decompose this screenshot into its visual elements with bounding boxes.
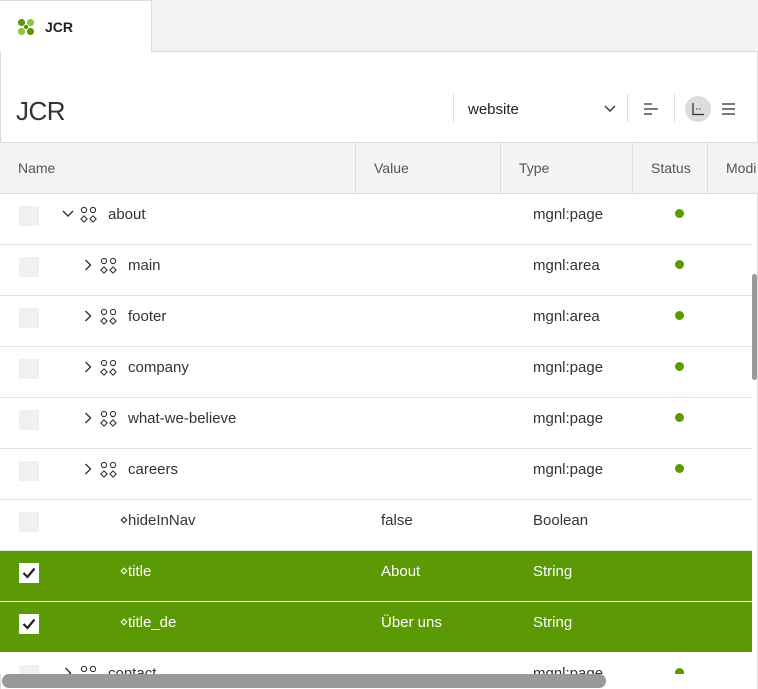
row-name: what-we-believe — [128, 409, 237, 427]
toolbar-separator — [674, 94, 675, 122]
node-icon — [80, 665, 97, 673]
row-type: mgnl:page — [533, 664, 604, 675]
table-row[interactable]: careers mgnl:page — [0, 449, 752, 500]
row-checkbox[interactable] — [19, 461, 39, 481]
workspace-select[interactable]: website — [468, 100, 616, 118]
tab-label: JCR — [45, 18, 74, 35]
row-checkbox[interactable] — [19, 563, 39, 583]
row-name: company — [128, 358, 189, 376]
row-checkbox[interactable] — [19, 614, 39, 634]
toolbar-separator — [627, 94, 628, 122]
column-header-value[interactable]: Value — [356, 143, 501, 193]
horizontal-scrollbar[interactable] — [2, 674, 606, 688]
tab-bar: JCR — [0, 0, 758, 52]
table-row[interactable]: main mgnl:area — [0, 245, 752, 296]
row-checkbox[interactable] — [19, 359, 39, 379]
status-published-icon — [675, 209, 684, 218]
table-row[interactable]: hideInNav false Boolean — [0, 500, 752, 551]
row-checkbox[interactable] — [19, 512, 39, 532]
list-view-icon — [721, 103, 735, 115]
property-icon — [120, 516, 128, 524]
row-type: mgnl:page — [533, 205, 604, 223]
table-row[interactable]: company mgnl:page — [0, 347, 752, 398]
row-name: title_de — [128, 613, 177, 631]
column-header-name[interactable]: Name — [0, 143, 356, 193]
row-name: about — [108, 205, 146, 223]
table-row[interactable]: title_de Über uns String — [0, 602, 752, 653]
row-checkbox[interactable] — [19, 257, 39, 277]
status-published-icon — [675, 311, 684, 320]
column-header-status[interactable]: Status — [633, 143, 708, 193]
chevron-down-icon — [604, 105, 616, 112]
row-name: main — [128, 256, 161, 274]
row-checkbox[interactable] — [19, 308, 39, 328]
row-type: mgnl:page — [533, 460, 604, 478]
row-type: String — [533, 613, 573, 631]
tree-table-body: about mgnl:page main mgnl:area footer mgnl:ar… — [0, 194, 752, 674]
row-type: String — [533, 562, 573, 580]
property-icon — [120, 618, 128, 626]
row-value: About — [381, 562, 421, 580]
status-published-icon — [675, 260, 684, 269]
status-published-icon — [675, 464, 684, 473]
node-icon — [100, 308, 117, 325]
page-title: JCR — [16, 96, 66, 126]
list-view-button[interactable] — [715, 96, 741, 122]
checkmark-icon — [22, 567, 36, 579]
property-icon — [120, 567, 128, 575]
table-header: Name Value Type Status Modi — [0, 142, 758, 194]
table-row[interactable]: contact mgnl:page — [0, 653, 752, 674]
row-name: contact — [108, 664, 157, 675]
row-name: hideInNav — [128, 511, 196, 529]
row-type: Boolean — [533, 511, 589, 529]
table-row[interactable]: what-we-believe mgnl:page — [0, 398, 752, 449]
chevron-right-icon[interactable] — [82, 411, 94, 425]
workspace-value: website — [468, 100, 519, 118]
status-published-icon — [675, 668, 684, 674]
node-icon — [80, 206, 97, 223]
checkmark-icon — [22, 618, 36, 630]
status-published-icon — [675, 362, 684, 371]
chevron-right-icon[interactable] — [82, 462, 94, 476]
tree-view-icon — [692, 103, 704, 116]
row-checkbox[interactable] — [19, 206, 39, 226]
node-icon — [100, 359, 117, 376]
row-value: false — [381, 511, 413, 529]
vertical-scrollbar[interactable] — [752, 274, 757, 380]
node-icon — [100, 410, 117, 427]
column-header-modified[interactable]: Modi — [708, 143, 758, 193]
chevron-right-icon[interactable] — [82, 258, 94, 272]
row-type: mgnl:page — [533, 409, 604, 427]
table-row[interactable]: footer mgnl:area — [0, 296, 752, 347]
row-type: mgnl:area — [533, 256, 600, 274]
node-icon — [100, 461, 117, 478]
row-type: mgnl:area — [533, 307, 600, 325]
row-name: title — [128, 562, 152, 580]
tab-jcr[interactable]: JCR — [0, 0, 152, 52]
column-header-type[interactable]: Type — [501, 143, 633, 193]
table-row[interactable]: about mgnl:page — [0, 194, 752, 245]
row-checkbox[interactable] — [19, 665, 39, 674]
row-type: mgnl:page — [533, 358, 604, 376]
toolbar-separator — [453, 94, 454, 122]
table-row[interactable]: title About String — [0, 551, 752, 602]
status-published-icon — [675, 413, 684, 422]
node-icon — [100, 257, 117, 274]
row-value: Über uns — [381, 613, 442, 631]
collapse-tree-icon — [644, 103, 658, 115]
chevron-right-icon[interactable] — [82, 360, 94, 374]
tree-view-button[interactable] — [685, 96, 711, 122]
collapse-tree-button[interactable] — [638, 96, 664, 122]
chevron-down-icon[interactable] — [62, 207, 74, 221]
chevron-right-icon[interactable] — [62, 666, 74, 674]
row-checkbox[interactable] — [19, 410, 39, 430]
row-name: careers — [128, 460, 179, 478]
magnolia-logo-icon — [17, 18, 35, 35]
row-name: footer — [128, 307, 167, 325]
chevron-right-icon[interactable] — [82, 309, 94, 323]
